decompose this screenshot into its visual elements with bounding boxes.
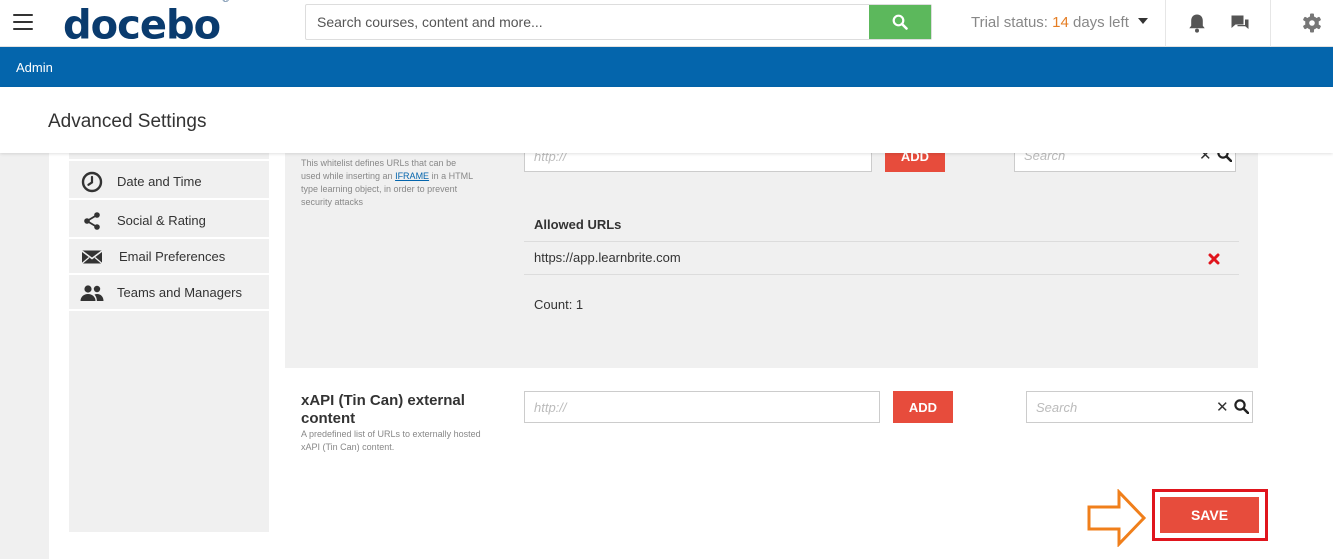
search-icon[interactable] xyxy=(1234,399,1249,414)
trial-status-suffix: days left xyxy=(1068,14,1129,31)
save-button[interactable]: SAVE xyxy=(1160,497,1259,533)
xapi-url-input[interactable] xyxy=(524,391,880,423)
delete-icon[interactable] xyxy=(1208,253,1220,265)
chat-icon[interactable] xyxy=(1229,12,1251,34)
gear-icon[interactable] xyxy=(1301,12,1323,34)
admin-bar: Admin xyxy=(0,47,1333,87)
allowed-urls-count: Count: 1 xyxy=(534,297,584,312)
xapi-search-box: ✕ xyxy=(1026,391,1253,423)
top-header: docebo® Trial status: 14 days left xyxy=(0,0,1333,47)
share-icon xyxy=(84,211,100,230)
header-divider xyxy=(1270,0,1271,47)
chevron-down-icon xyxy=(1137,18,1148,24)
iframe-link[interactable]: IFRAME xyxy=(395,171,429,181)
page-title-bar: Advanced Settings xyxy=(0,87,1333,153)
admin-bar-label[interactable]: Admin xyxy=(16,60,53,75)
sidebar-item-date-and-time[interactable]: Date and Time xyxy=(69,165,269,200)
sidebar-item-label: Teams and Managers xyxy=(117,285,243,300)
iframe-whitelist-description: This whitelist defines URLs that can be … xyxy=(301,158,473,207)
global-search-input[interactable] xyxy=(306,5,870,39)
people-icon xyxy=(80,284,104,301)
sidebar-item-label: Social & Rating xyxy=(117,213,206,228)
trial-days-count: 14 xyxy=(1052,14,1069,31)
xapi-section-title: xAPI (Tin Can) external content xyxy=(301,392,465,427)
iframe-whitelist-section: iframe whitelist This whitelist defines … xyxy=(285,139,1258,368)
xapi-add-button[interactable]: ADD xyxy=(893,391,953,423)
table-divider xyxy=(524,274,1239,275)
hamburger-menu-icon[interactable] xyxy=(13,14,33,30)
sidebar-item-label: Date and Time xyxy=(117,174,202,189)
search-icon xyxy=(892,14,908,30)
clear-icon[interactable]: ✕ xyxy=(1216,398,1229,416)
allowed-url-row: https://app.learnbrite.com xyxy=(524,242,1239,274)
sidebar-item-social-and-rating[interactable]: Social & Rating xyxy=(69,204,269,239)
bell-icon[interactable] xyxy=(1186,12,1208,34)
sidebar-item-teams-and-managers[interactable]: Teams and Managers xyxy=(69,276,269,311)
global-search-button[interactable] xyxy=(869,5,931,39)
envelope-icon xyxy=(81,249,103,264)
arrow-right-icon xyxy=(1087,489,1147,547)
allowed-urls-header: Allowed URLs xyxy=(534,217,622,232)
trial-status-dropdown[interactable]: Trial status: 14 days left xyxy=(971,14,1148,31)
sidebar-item-email-preferences[interactable]: Email Preferences xyxy=(69,240,269,275)
sidebar-item-label: Email Preferences xyxy=(119,249,226,264)
xapi-section-description: A predefined list of URLs to externally … xyxy=(301,429,481,452)
trial-status-prefix: Trial status: xyxy=(971,14,1053,31)
xapi-search-input[interactable] xyxy=(1027,392,1207,422)
header-divider xyxy=(1165,0,1166,47)
page-title: Advanced Settings xyxy=(48,111,207,132)
docebo-logo[interactable]: docebo® xyxy=(63,0,230,47)
allowed-url-value: https://app.learnbrite.com xyxy=(534,250,681,265)
clock-icon xyxy=(81,171,103,192)
settings-sidebar: Date and Time Social & Rating Email Pref… xyxy=(69,143,269,532)
global-search xyxy=(305,4,932,40)
